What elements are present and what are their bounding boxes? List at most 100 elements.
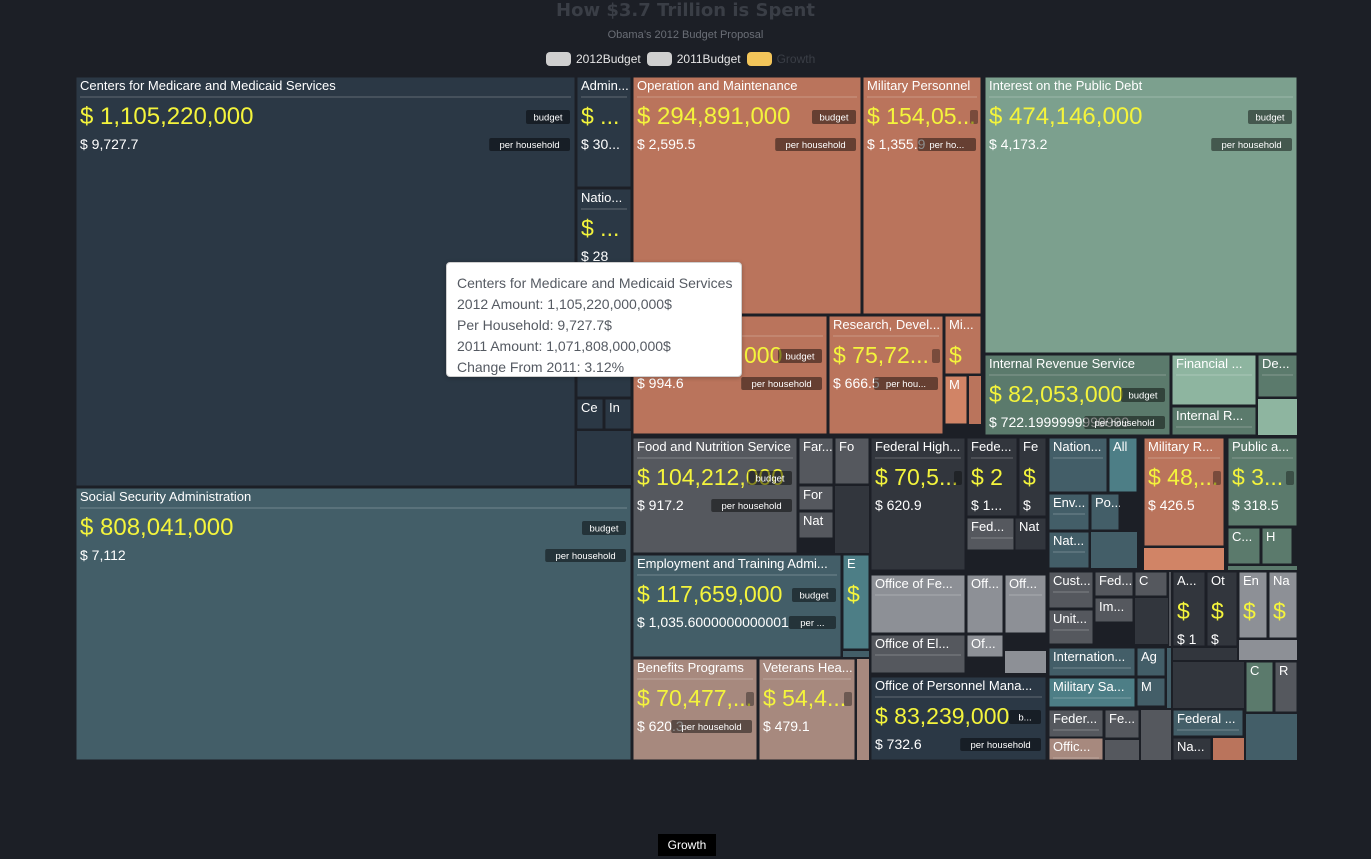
- treemap-filler-10: [1090, 531, 1138, 569]
- treemap-tile-c[interactable]: C...: [1226, 526, 1262, 566]
- treemap-tile-ce[interactable]: Ce: [575, 397, 605, 431]
- treemap-filler-14: [1172, 661, 1245, 709]
- treemap-tile-c[interactable]: C: [1133, 570, 1169, 598]
- treemap-tile-mi[interactable]: Mi... $: [943, 314, 983, 376]
- treemap-filler-13: [1238, 639, 1298, 661]
- tile-value: $ ...: [581, 103, 619, 129]
- tile-label: Ce: [581, 400, 598, 415]
- tile-value: $ 48,...: [1148, 464, 1218, 490]
- treemap-tile-fo[interactable]: Fo: [833, 436, 871, 486]
- treemap-tile-fede[interactable]: Fede... $ 2 $ 1...: [965, 436, 1019, 518]
- growth-button[interactable]: Growth: [658, 834, 716, 856]
- treemap-tile-food-and-nutrition-service[interactable]: Food and Nutrition Service$ 104,212,000b…: [631, 436, 799, 555]
- treemap-tile-of[interactable]: Of...: [965, 633, 1005, 659]
- treemap-filler-19: [1168, 571, 1172, 647]
- treemap-tile-far[interactable]: Far...: [797, 436, 835, 486]
- treemap-filler-7: [1143, 547, 1225, 571]
- treemap-tile-off[interactable]: Off...: [1003, 573, 1048, 635]
- treemap-tile-nation[interactable]: Nation...: [1047, 436, 1109, 494]
- treemap-tile-m[interactable]: M: [1135, 676, 1167, 708]
- treemap-tile-research-devel[interactable]: Research, Devel... $ 75,72... $ 666.5 per h…: [827, 314, 945, 436]
- treemap-tile-veterans-hea[interactable]: Veterans Hea... $ 54,4... $ 479.1: [757, 657, 857, 762]
- treemap-tile-h[interactable]: H: [1260, 526, 1294, 566]
- treemap-tile-env[interactable]: Env...: [1047, 492, 1091, 532]
- tile-label: Social Security Administration: [80, 489, 251, 504]
- tile-label: In: [609, 400, 620, 415]
- budget-tag: budget: [533, 113, 562, 124]
- tile-label: Fede...: [971, 439, 1011, 454]
- tile-label: Employment and Training Admi...: [637, 556, 828, 571]
- treemap-tile-ag[interactable]: Ag: [1135, 646, 1167, 678]
- treemap-tile-in[interactable]: In: [603, 397, 633, 431]
- treemap-tile-internal-revenue-service[interactable]: Internal Revenue Service $ 82,053,000 budg…: [983, 353, 1172, 437]
- per-household-tag: per ho...: [929, 140, 964, 151]
- treemap-tile-r[interactable]: R: [1273, 660, 1299, 714]
- tile-per-household: $ 620.9: [875, 497, 922, 513]
- tile-label: M: [1141, 679, 1152, 694]
- treemap-tile-admin[interactable]: Admin... $ ... $ 30...: [575, 75, 633, 189]
- treemap-tile-interest-on-the-public-debt[interactable]: Interest on the Public Debt $ 474,146,000…: [983, 75, 1299, 355]
- tooltip-2012-amount: 2012 Amount: 1,105,220,000,000$: [457, 296, 672, 312]
- tile-label: Veterans Hea...: [763, 660, 853, 675]
- treemap-tile-c[interactable]: C: [1244, 660, 1275, 714]
- treemap-tile-ot[interactable]: Ot $ $: [1205, 570, 1239, 648]
- treemap-tile-for[interactable]: For: [797, 484, 835, 512]
- treemap-tile-federal[interactable]: Federal ...: [1171, 708, 1245, 738]
- tile-value: $ 808,041,000: [80, 514, 233, 541]
- treemap-tile-fed[interactable]: Fed...: [1093, 570, 1135, 598]
- tile-label: Military R...: [1148, 439, 1213, 454]
- treemap-tile-m[interactable]: M: [943, 374, 969, 426]
- treemap-tile-public-a[interactable]: Public a... $ 3... $ 318.5: [1226, 436, 1299, 528]
- treemap-tile-cust[interactable]: Cust...: [1047, 570, 1095, 610]
- treemap-tile-fe[interactable]: Fe $ $: [1017, 436, 1048, 518]
- treemap-tile-office-of-el[interactable]: Office of El...: [869, 633, 967, 675]
- treemap-tile-de[interactable]: De...: [1256, 353, 1299, 399]
- treemap-tile-unit[interactable]: Unit...: [1047, 608, 1095, 646]
- tile-label: Feder...: [1053, 711, 1097, 726]
- treemap-tile-military-r[interactable]: Military R... $ 48,... $ 426.5: [1142, 436, 1226, 548]
- tile-per-household: $ 1,355.9: [867, 136, 926, 152]
- treemap-tile-military-sa[interactable]: Military Sa...: [1047, 676, 1137, 709]
- treemap-tile-offic[interactable]: Offic...: [1047, 736, 1105, 762]
- treemap-tile-a[interactable]: A... $ $ 1: [1171, 570, 1207, 648]
- treemap-tile-im[interactable]: Im...: [1093, 596, 1135, 624]
- treemap-tile-benefits-programs[interactable]: Benefits Programs$ 70,477,...$ 620.3per …: [631, 657, 759, 762]
- treemap-tile-nat[interactable]: Nat: [797, 510, 835, 540]
- treemap-tile-office-of-personnel-mana[interactable]: Office of Personnel Mana... $ 83,239,000 b…: [869, 675, 1048, 762]
- treemap-tile-fe[interactable]: Fe...: [1103, 708, 1141, 740]
- tile-value: $: [847, 581, 860, 607]
- tile-label: Internal Revenue Service: [989, 356, 1135, 371]
- treemap-tile-internal-r[interactable]: Internal R...: [1170, 405, 1258, 437]
- treemap-tile-employment-and-training-admi[interactable]: Employment and Training Admi... $ 117,659…: [631, 553, 843, 659]
- tile-value: $ 154,05...: [867, 103, 976, 129]
- budget-tag: b...: [1018, 713, 1031, 724]
- treemap-tile-na[interactable]: Na...: [1171, 736, 1213, 762]
- tile-per-household: $ 666.5: [833, 375, 880, 391]
- treemap-tile-e[interactable]: E$: [841, 553, 871, 651]
- treemap-tile-fed[interactable]: Fed...: [965, 516, 1019, 552]
- treemap-filler-15: [1140, 709, 1172, 761]
- treemap-tile-military-personnel[interactable]: Military Personnel $ 154,05... $ 1,355.9 pe…: [861, 75, 983, 316]
- tile-label: Centers for Medicare and Medicaid Servic…: [80, 78, 336, 93]
- tile-label: Fe...: [1109, 711, 1135, 726]
- tile-value: $ 3...: [1232, 464, 1283, 490]
- treemap-tile-office-of-fe[interactable]: Office of Fe...: [869, 573, 967, 635]
- tile-label: A...: [1177, 573, 1197, 588]
- tile-label: Ot: [1211, 573, 1225, 588]
- treemap-tile-po[interactable]: Po...: [1089, 492, 1122, 532]
- per-household-tag: per ...: [800, 618, 824, 629]
- treemap-tile-all[interactable]: All: [1107, 436, 1139, 494]
- treemap-tile-nat[interactable]: Nat...: [1047, 530, 1091, 570]
- treemap-tile-na[interactable]: Na $: [1267, 570, 1299, 640]
- treemap-tile-social-security-administration[interactable]: Social Security Administration $ 808,041,…: [74, 486, 633, 762]
- treemap-tile-financial[interactable]: Financial ...: [1170, 353, 1258, 407]
- treemap-tile-internation[interactable]: Internation...: [1047, 646, 1137, 678]
- treemap-tile-en[interactable]: En $: [1237, 570, 1269, 640]
- treemap: Centers for Medicare and Medicaid Servic…: [74, 75, 1299, 762]
- treemap-filler-6: [1257, 398, 1298, 436]
- treemap-filler-0: [576, 430, 632, 486]
- treemap-tile-off[interactable]: Off...: [965, 573, 1005, 635]
- treemap-tile-federal-high[interactable]: Federal High... $ 70,5... $ 620.9: [869, 436, 967, 572]
- treemap-tile-feder[interactable]: Feder...: [1047, 708, 1105, 740]
- treemap-tile-nat[interactable]: Nat: [1013, 516, 1048, 552]
